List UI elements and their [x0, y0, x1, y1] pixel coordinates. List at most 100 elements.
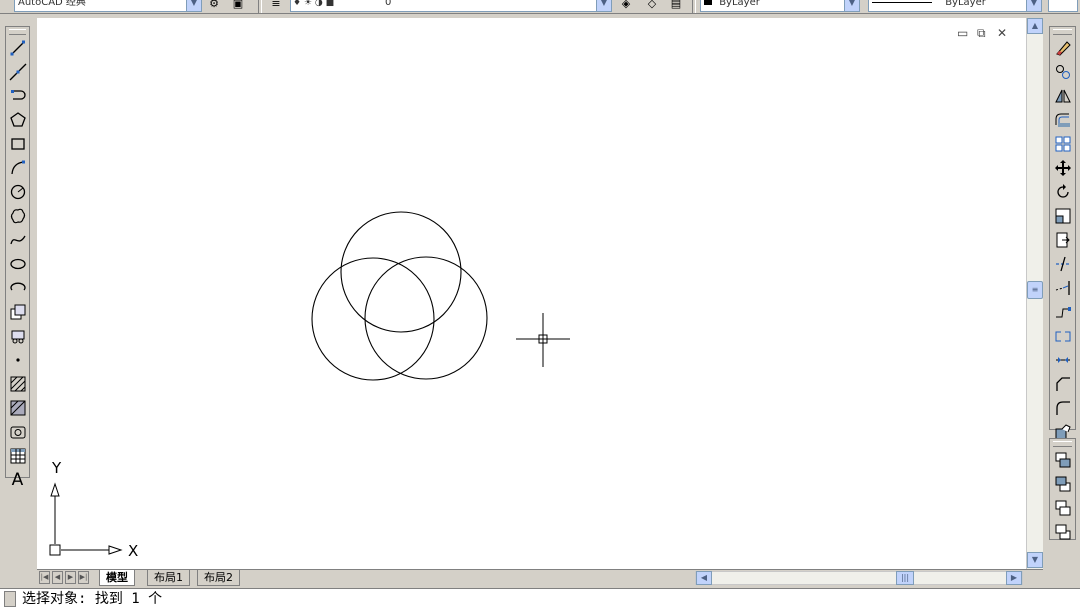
right-circle[interactable] [364, 256, 488, 380]
chevron-down-icon[interactable]: ▼ [186, 0, 201, 11]
send-to-back-icon[interactable] [1052, 473, 1074, 495]
scroll-left-icon[interactable]: ◀ [696, 571, 712, 585]
join-icon[interactable] [1052, 349, 1074, 371]
circle-icon[interactable] [7, 181, 29, 203]
layer-combo-value: 0 [385, 0, 392, 8]
next-tab-icon[interactable]: ▶ [65, 571, 76, 584]
rectangle-icon[interactable] [7, 133, 29, 155]
left-circle[interactable] [311, 257, 435, 381]
toolbar-grip[interactable] [1053, 29, 1072, 35]
vertical-scroll-thumb[interactable]: ≡ [1027, 281, 1043, 299]
ellipse-icon[interactable] [7, 253, 29, 275]
fillet-icon[interactable] [1052, 397, 1074, 419]
toolbar-separator [258, 0, 262, 13]
horizontal-scrollbar[interactable]: ◀ ||| ▶ [695, 571, 1023, 585]
bring-above-icon[interactable] [1052, 497, 1074, 519]
stretch-icon[interactable] [1052, 229, 1074, 251]
send-under-icon[interactable] [1052, 521, 1074, 543]
hatch-icon[interactable] [7, 373, 29, 395]
close-icon[interactable]: ✕ [997, 26, 1007, 40]
workspace-combo-value: AutoCAD 经典 [18, 0, 86, 8]
layer-combo[interactable]: ♦ ☀ ◑ ■ 0 ▼ [290, 0, 612, 12]
scroll-down-icon[interactable]: ▼ [1027, 552, 1043, 568]
spline-icon[interactable] [7, 229, 29, 251]
multiline-text-icon[interactable]: A [7, 469, 29, 491]
construction-line-icon[interactable] [7, 61, 29, 83]
prev-tab-icon[interactable]: ◀ [52, 571, 63, 584]
top-circle[interactable] [340, 211, 462, 333]
break-at-point-icon[interactable] [1052, 301, 1074, 323]
layer-previous-icon[interactable]: ◇ [644, 0, 660, 12]
scroll-up-icon[interactable]: ▲ [1027, 18, 1043, 34]
tab-layout2[interactable]: 布局2 [197, 570, 240, 586]
drawing-area[interactable]: Y X ▭ ⧉ ✕ [37, 18, 1026, 569]
draworder-toolbar [1049, 438, 1076, 540]
gradient-icon[interactable] [7, 397, 29, 419]
color-combo-value: ByLayer [719, 0, 760, 8]
command-prompt-text: 选择对象: 找到 1 个 [22, 591, 163, 607]
command-line[interactable]: 选择对象: 找到 1 个 [0, 588, 1080, 608]
trim-icon[interactable] [1052, 253, 1074, 275]
lineweight-combo[interactable] [1048, 0, 1078, 12]
arc-icon[interactable] [7, 157, 29, 179]
ellipse-arc-icon[interactable] [7, 277, 29, 299]
restore-icon[interactable]: ⧉ [977, 26, 986, 41]
chamfer-icon[interactable] [1052, 373, 1074, 395]
revision-cloud-icon[interactable] [7, 205, 29, 227]
move-icon[interactable] [1052, 157, 1074, 179]
toolbar-grip[interactable] [9, 29, 26, 35]
table-icon[interactable] [7, 445, 29, 467]
linetype-combo-value: ByLayer [945, 0, 986, 8]
ucs-x-label: X [128, 542, 139, 560]
chevron-down-icon[interactable]: ▼ [596, 0, 611, 11]
toolbar-settings-icon[interactable]: ▣ [230, 0, 246, 12]
layer-state-icons: ♦ ☀ ◑ ■ [293, 0, 335, 8]
drawing-canvas[interactable] [37, 18, 1026, 569]
erase-icon[interactable] [1052, 37, 1074, 59]
make-current-layer-icon[interactable]: ◈ [618, 0, 634, 12]
last-tab-icon[interactable]: ▶| [78, 571, 89, 584]
chevron-down-icon[interactable]: ▼ [844, 0, 859, 11]
break-icon[interactable] [1052, 325, 1074, 347]
polyline-icon[interactable] [7, 85, 29, 107]
draw-toolbar: A [5, 26, 30, 490]
extend-icon[interactable] [1052, 277, 1074, 299]
linetype-combo[interactable]: ByLayer ▼ [868, 0, 1042, 12]
toolbar-separator [692, 0, 696, 13]
vertical-scrollbar[interactable]: ▲ ≡ ▼ [1026, 18, 1043, 569]
top-toolbar: AutoCAD 经典 ▼ ⚙ ▣ ≡ ♦ ☀ ◑ ■ 0 ▼ ◈ ◇ ▤ ByL… [0, 0, 1080, 14]
make-block-icon[interactable] [7, 325, 29, 347]
point-icon[interactable] [7, 349, 29, 371]
chevron-down-icon[interactable]: ▼ [1026, 0, 1041, 11]
bring-to-front-icon[interactable] [1052, 449, 1074, 471]
minimize-icon[interactable]: ▭ [957, 26, 968, 40]
horizontal-scroll-thumb[interactable]: ||| [896, 571, 914, 585]
tab-layout1[interactable]: 布局1 [147, 570, 190, 586]
rotate-icon[interactable] [1052, 181, 1074, 203]
workspace-combo[interactable]: AutoCAD 经典 ▼ [14, 0, 202, 12]
gear-icon[interactable]: ⚙ [206, 0, 222, 12]
line-icon[interactable] [7, 37, 29, 59]
first-tab-icon[interactable]: |◀ [39, 571, 50, 584]
copy-icon[interactable] [1052, 61, 1074, 83]
modify-toolbar [1049, 26, 1076, 440]
layer-states-icon[interactable]: ▤ [668, 0, 684, 12]
layer-manager-icon[interactable]: ≡ [268, 0, 284, 12]
command-line-grip[interactable] [4, 591, 16, 607]
color-combo[interactable]: ByLayer ▼ [700, 0, 860, 12]
scroll-right-icon[interactable]: ▶ [1006, 571, 1022, 585]
region-icon[interactable] [7, 421, 29, 443]
color-swatch [704, 0, 712, 5]
mirror-icon[interactable] [1052, 85, 1074, 107]
crosshair-cursor [516, 313, 570, 367]
window-controls: ▭ ⧉ ✕ [957, 26, 1013, 40]
array-icon[interactable] [1052, 133, 1074, 155]
ucs-icon [49, 482, 123, 556]
polygon-icon[interactable] [7, 109, 29, 131]
toolbar-grip[interactable] [1053, 441, 1072, 447]
tab-model[interactable]: 模型 [99, 570, 135, 586]
scale-icon[interactable] [1052, 205, 1074, 227]
ucs-y-label: Y [52, 459, 62, 477]
offset-icon[interactable] [1052, 109, 1074, 131]
insert-block-icon[interactable] [7, 301, 29, 323]
